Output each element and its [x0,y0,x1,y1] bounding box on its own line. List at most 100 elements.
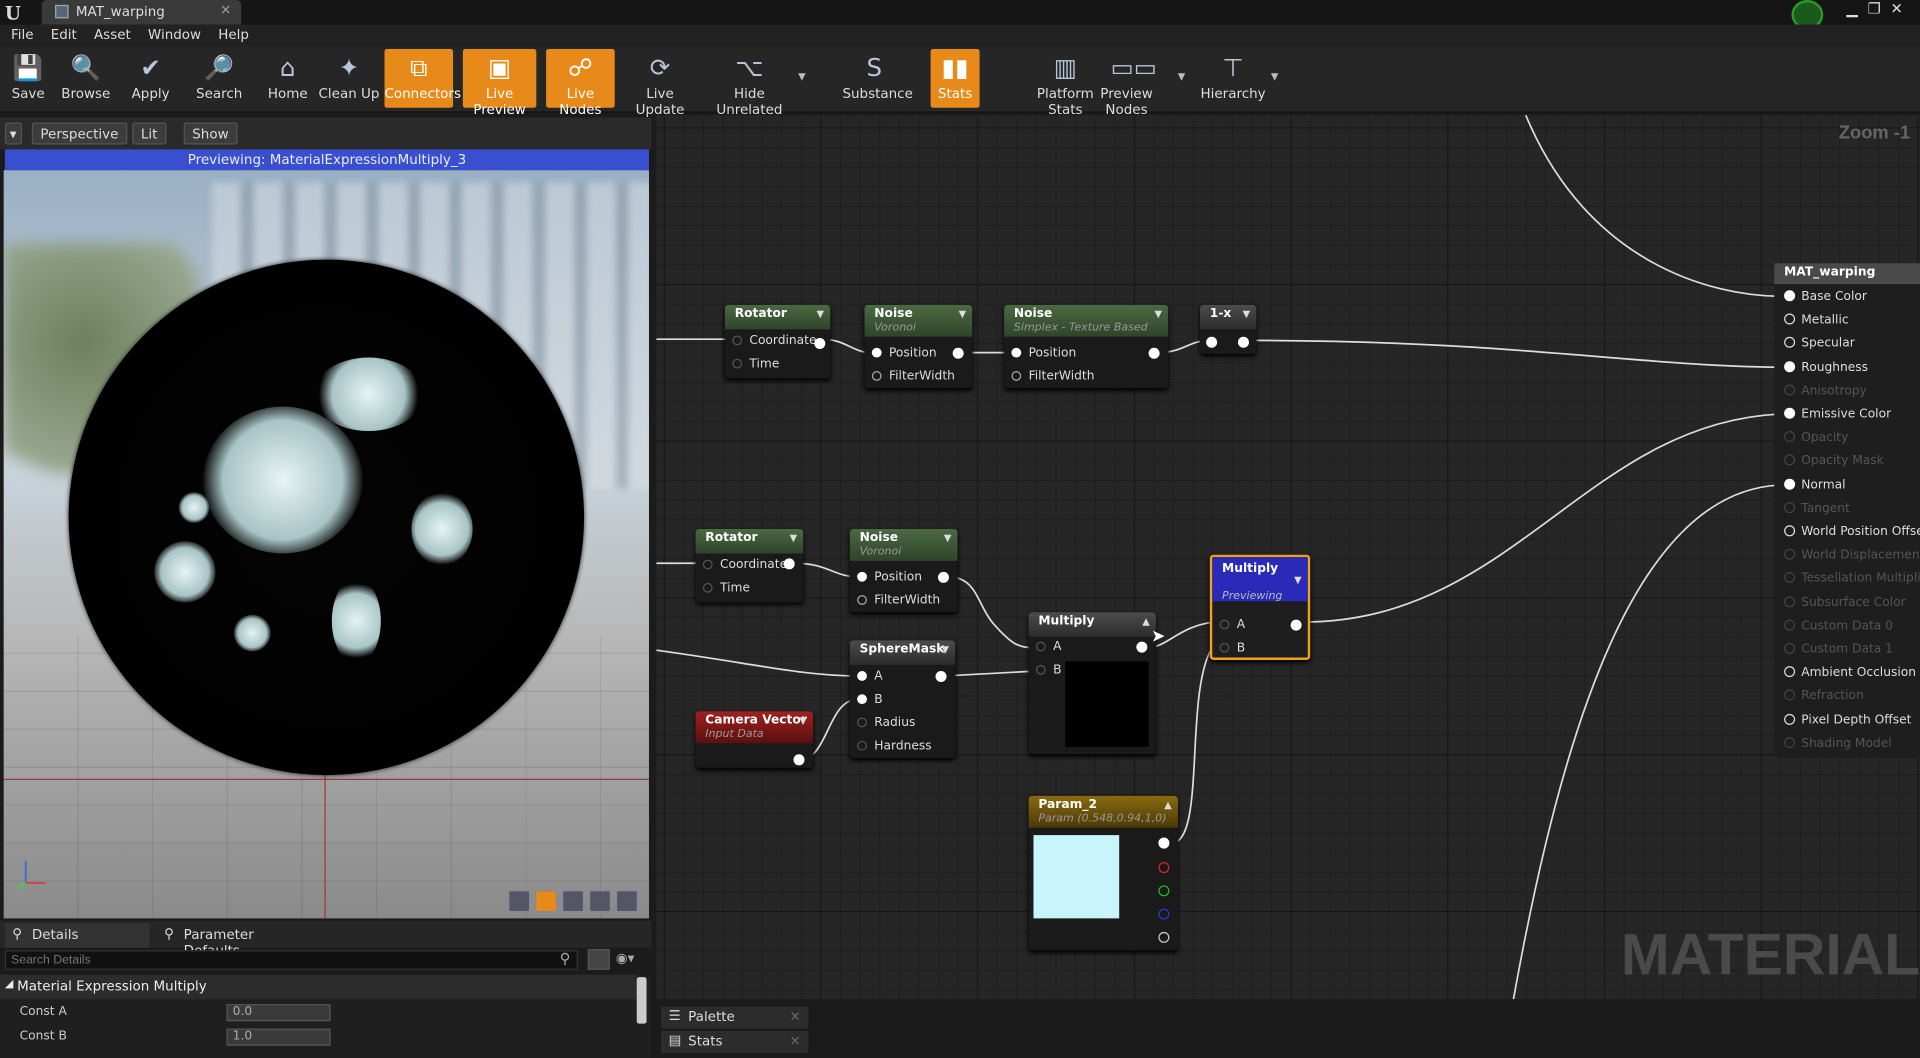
color-swatch[interactable] [1033,835,1120,919]
collapse-icon[interactable]: ▲ [1142,616,1150,627]
result-pin-roughness[interactable]: Roughness [1784,360,1868,374]
node-header[interactable]: Noise Simplex - Texture Based ▼ [1004,304,1169,337]
chevron-down-icon[interactable]: ▼ [798,71,806,82]
multiply-node-previewing[interactable]: Multiply ▼ Previewing A B [1209,554,1311,661]
pin-position[interactable]: Position [871,347,937,360]
tab-parameter-defaults[interactable]: ⚲ Parameter Defaults [157,923,304,959]
chevron-down-icon[interactable]: ▼ [799,715,807,726]
close-icon[interactable]: ✕ [790,1033,801,1049]
node-header[interactable]: Camera Vector Input Data ▼ [695,711,814,744]
node-header[interactable]: 1-x ▼ [1200,304,1257,330]
node-header[interactable]: Rotator ▼ [724,304,831,330]
chevron-down-icon[interactable]: ▼ [1294,574,1302,585]
stats-button[interactable]: ▮▮ Stats [930,48,980,108]
result-pin-opacity-mask[interactable]: Opacity Mask [1784,454,1884,468]
menu-file[interactable]: File [2,24,42,46]
search-button[interactable]: 🔎 Search [193,49,244,108]
const-a-field[interactable]: 0.0 [226,1004,331,1022]
result-pin-world-position-offset[interactable]: World Position Offset [1784,525,1920,539]
menu-window[interactable]: Window [139,24,209,46]
output-pin[interactable] [935,671,947,683]
pin-b[interactable]: B [1035,664,1061,677]
category-header[interactable]: ◢ Material Expression Multiply [0,974,637,1000]
result-pin-custom-data-0[interactable]: Custom Data 0 [1784,619,1893,633]
chevron-down-icon[interactable]: ▼ [1243,309,1251,320]
live-nodes-button[interactable]: ☍ Live Nodes [546,48,615,118]
noise-node[interactable]: Noise Simplex - Texture Based ▼ Position F… [1004,304,1169,389]
pin-time[interactable]: Time [702,582,750,595]
result-pin-shading-model[interactable]: Shading Model [1784,736,1892,750]
pin-time[interactable]: Time [732,358,779,371]
chevron-down-icon[interactable]: ▼ [959,309,967,320]
chevron-down-icon[interactable]: ▼ [1178,71,1186,82]
clean-up-button[interactable]: ✦ Clean Up [318,49,380,108]
hide-unrelated-button[interactable]: ⌥ Hide Unrelated ▼ [705,49,805,118]
spheremask-node[interactable]: SphereMask ▼ A B Radius Hardness [849,640,956,758]
result-pin-emissive-color[interactable]: Emissive Color [1784,407,1891,421]
perspective-button[interactable]: Perspective [31,122,128,145]
details-scrollbar[interactable] [636,977,647,1024]
output-pin-b[interactable] [1158,908,1170,920]
result-pin-tangent[interactable]: Tangent [1784,501,1850,515]
chevron-down-icon[interactable]: ▼ [941,644,949,655]
node-header[interactable]: SphereMask ▼ [849,640,956,665]
result-pin-world-displacement[interactable]: World Displacement [1784,548,1920,562]
pin-a[interactable]: A [1035,640,1061,654]
chevron-down-icon[interactable]: ▼ [1155,309,1163,320]
result-pin-subsurface-color[interactable]: Subsurface Color [1784,595,1906,609]
preview-cylinder-icon[interactable] [508,890,531,913]
output-pin[interactable] [1136,641,1148,653]
result-pin-pixel-depth-offset[interactable]: Pixel Depth Offset [1784,713,1911,727]
result-pin-refraction[interactable]: Refraction [1784,689,1864,703]
output-pin[interactable] [937,571,949,583]
viewport-options-dropdown[interactable]: ▾ [4,122,22,145]
material-result-node[interactable]: MAT_warping Base Color Metallic Specular Ro… [1774,263,1920,758]
multiply-node[interactable]: Multiply ▲ A B [1028,612,1156,755]
result-pin-custom-data-1[interactable]: Custom Data 1 [1784,642,1893,656]
pin-radius[interactable]: Radius [857,716,915,730]
output-pin-a[interactable] [1158,931,1170,943]
details-search-input[interactable] [4,950,578,970]
home-button[interactable]: ⌂ Home [264,49,311,108]
show-button[interactable]: Show [183,122,238,145]
close-icon[interactable]: ✕ [790,1009,801,1025]
chevron-down-icon[interactable]: ▼ [1271,71,1279,82]
pin-hardness[interactable]: Hardness [857,740,932,753]
preview-nodes-button[interactable]: ▭▭ Preview Nodes ▼ [1080,49,1185,118]
pin-a[interactable]: A [1219,618,1245,632]
preview-viewport[interactable] [3,170,649,919]
preview-cube-icon[interactable] [588,890,612,913]
preview-plane-icon[interactable] [562,890,585,913]
result-pin-opacity[interactable]: Opacity [1784,431,1848,445]
rotator-node[interactable]: Rotator ▼ Coordinate Time [724,304,831,379]
document-tab[interactable]: MAT_warping ✕ [41,0,242,25]
material-graph[interactable]: Zoom -1 MATERIAL Rotator ▼ Coordinate Tim… [656,115,1920,1000]
close-window-icon[interactable]: ✕ [1891,0,1903,17]
menu-edit[interactable]: Edit [42,24,85,46]
minimize-icon[interactable]: ▁ [1846,0,1857,17]
node-header[interactable]: Multiply ▼ Previewing [1212,557,1308,602]
chevron-down-icon[interactable]: ▼ [944,533,952,544]
output-pin[interactable] [952,347,964,359]
node-header[interactable]: Rotator ▼ [695,528,804,554]
eye-icon[interactable]: ◉▾ [616,950,635,966]
node-header[interactable]: Multiply ▲ [1028,612,1156,637]
pin-b[interactable]: B [857,693,883,707]
restore-icon[interactable]: ❐ [1868,0,1881,17]
output-pin-r[interactable] [1158,862,1170,874]
node-header[interactable]: MAT_warping [1774,263,1920,285]
output-pin[interactable] [793,754,805,766]
result-pin-ambient-occlusion[interactable]: Ambient Occlusion [1784,666,1916,680]
input-pin[interactable] [1206,336,1218,348]
output-pin[interactable] [1237,336,1249,348]
pin-coordinate[interactable]: Coordinate [702,558,787,572]
connectors-button[interactable]: ⧉ Connectors [384,48,461,108]
menu-help[interactable]: Help [210,24,258,46]
pin-coordinate[interactable]: Coordinate [732,334,817,348]
result-pin-anisotropy[interactable]: Anisotropy [1784,384,1867,398]
node-header[interactable]: Param_2 Param (0.548,0.94,1,0) ▲ [1028,795,1178,828]
preview-sphere-icon[interactable] [535,890,558,913]
live-preview-button[interactable]: ▣ Live Preview [462,48,537,118]
tab-palette[interactable]: ☰ Palette ✕ [661,1006,809,1029]
collapse-icon[interactable]: ▲ [1164,800,1172,811]
